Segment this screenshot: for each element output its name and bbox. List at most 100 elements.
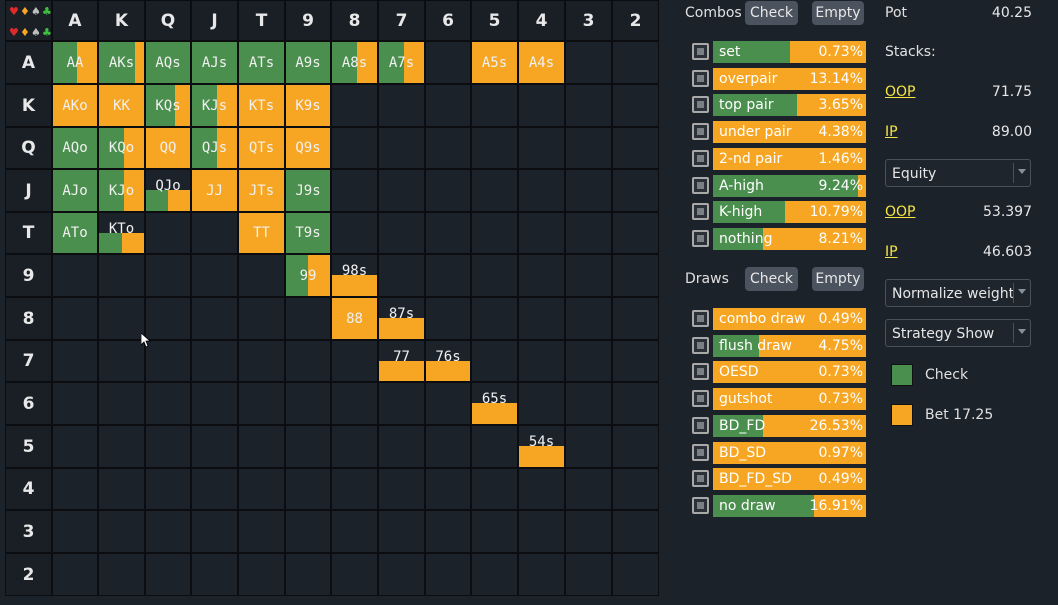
hand-cell[interactable] xyxy=(145,340,191,382)
hand-cell[interactable] xyxy=(565,41,612,84)
hand-cell[interactable]: 65s xyxy=(471,382,518,425)
hand-cell[interactable] xyxy=(518,382,565,425)
hand-cell[interactable] xyxy=(52,468,98,510)
hand-cell[interactable] xyxy=(378,553,425,596)
hand-cell[interactable] xyxy=(331,553,378,596)
hand-cell[interactable] xyxy=(145,254,191,297)
draws-row[interactable]: flush draw 4.75% xyxy=(692,334,867,357)
hand-cell[interactable] xyxy=(425,510,471,553)
hand-cell[interactable] xyxy=(518,254,565,297)
hand-cell[interactable]: A4s xyxy=(518,41,565,84)
draws-check-button[interactable]: Check xyxy=(745,267,798,291)
row-checkbox[interactable] xyxy=(692,310,709,327)
hand-cell[interactable]: T9s xyxy=(285,212,331,254)
hand-cell[interactable] xyxy=(518,127,565,169)
hand-cell[interactable] xyxy=(285,510,331,553)
hand-cell[interactable] xyxy=(145,382,191,425)
hand-cell[interactable]: 98s xyxy=(331,254,378,297)
hand-cell[interactable]: AQo xyxy=(52,127,98,169)
combos-row[interactable]: top pair 3.65% xyxy=(692,94,867,117)
hand-cell[interactable] xyxy=(471,553,518,596)
normalize-select[interactable]: Normalize weight xyxy=(885,279,1031,307)
row-checkbox[interactable] xyxy=(692,69,709,87)
hand-cell[interactable] xyxy=(518,212,565,254)
hand-cell[interactable] xyxy=(378,425,425,468)
hand-cell[interactable] xyxy=(191,510,238,553)
hand-cell[interactable] xyxy=(378,84,425,127)
hand-cell[interactable] xyxy=(98,340,145,382)
hand-cell[interactable] xyxy=(612,212,659,254)
hand-cell[interactable] xyxy=(378,510,425,553)
hand-cell[interactable]: JJ xyxy=(191,169,238,212)
hand-cell[interactable] xyxy=(565,468,612,510)
hand-cell[interactable]: KK xyxy=(98,84,145,127)
row-checkbox[interactable] xyxy=(692,470,709,488)
hand-cell[interactable] xyxy=(145,553,191,596)
hand-cell[interactable] xyxy=(518,84,565,127)
hand-cell[interactable] xyxy=(612,340,659,382)
hand-cell[interactable] xyxy=(285,340,331,382)
hand-cell[interactable] xyxy=(98,297,145,340)
hand-cell[interactable]: K9s xyxy=(285,84,331,127)
hand-cell[interactable] xyxy=(565,169,612,212)
hand-cell[interactable] xyxy=(145,212,191,254)
hand-cell[interactable] xyxy=(425,169,471,212)
hand-cell[interactable]: A5s xyxy=(471,41,518,84)
hand-cell[interactable] xyxy=(471,297,518,340)
hand-cell[interactable] xyxy=(98,382,145,425)
hand-cell[interactable]: AJo xyxy=(52,169,98,212)
row-checkbox[interactable] xyxy=(692,203,709,221)
hand-cell[interactable] xyxy=(98,254,145,297)
combos-check-button[interactable]: Check xyxy=(745,1,798,25)
hand-cell[interactable] xyxy=(285,553,331,596)
hand-cell[interactable] xyxy=(238,297,285,340)
hand-cell[interactable]: QQ xyxy=(145,127,191,169)
hand-cell[interactable] xyxy=(191,468,238,510)
hand-cell[interactable]: 99 xyxy=(285,254,331,297)
draws-row[interactable]: combo draw 0.49% xyxy=(692,308,867,330)
hand-cell[interactable] xyxy=(518,468,565,510)
hand-cell[interactable] xyxy=(98,468,145,510)
hand-cell[interactable] xyxy=(612,169,659,212)
hand-cell[interactable] xyxy=(238,553,285,596)
hand-cell[interactable] xyxy=(285,468,331,510)
hand-cell[interactable]: AKs xyxy=(98,41,145,84)
hand-cell[interactable] xyxy=(52,382,98,425)
row-checkbox[interactable] xyxy=(692,123,709,141)
hand-cell[interactable] xyxy=(612,510,659,553)
row-checkbox[interactable] xyxy=(692,96,709,114)
hand-cell[interactable] xyxy=(52,340,98,382)
hand-cell[interactable]: 88 xyxy=(331,297,378,340)
hand-cell[interactable] xyxy=(565,297,612,340)
hand-cell[interactable] xyxy=(425,553,471,596)
hand-cell[interactable]: Q9s xyxy=(285,127,331,169)
hand-cell[interactable]: ATo xyxy=(52,212,98,254)
combos-row[interactable]: overpair 13.14% xyxy=(692,67,867,90)
hand-cell[interactable] xyxy=(52,553,98,596)
draws-row[interactable]: gutshot 0.73% xyxy=(692,388,867,411)
hand-cell[interactable]: ATs xyxy=(238,41,285,84)
hand-cell[interactable] xyxy=(145,425,191,468)
ip-stack-link[interactable]: IP xyxy=(885,124,898,140)
hand-cell[interactable] xyxy=(378,127,425,169)
hand-cell[interactable] xyxy=(425,127,471,169)
hand-cell[interactable] xyxy=(331,84,378,127)
row-checkbox[interactable] xyxy=(692,229,709,247)
hand-cell[interactable] xyxy=(425,297,471,340)
hand-cell[interactable]: KQo xyxy=(98,127,145,169)
hand-cell[interactable] xyxy=(331,169,378,212)
hand-cell[interactable]: QJo xyxy=(145,169,191,212)
hand-cell[interactable] xyxy=(331,425,378,468)
hand-cell[interactable] xyxy=(471,425,518,468)
hand-cell[interactable]: A9s xyxy=(285,41,331,84)
hand-cell[interactable] xyxy=(331,127,378,169)
hand-cell[interactable] xyxy=(331,382,378,425)
row-checkbox[interactable] xyxy=(692,496,709,514)
hand-cell[interactable]: KTo xyxy=(98,212,145,254)
hand-cell[interactable] xyxy=(191,425,238,468)
oop-equity-link[interactable]: OOP xyxy=(885,204,915,220)
hand-cell[interactable] xyxy=(471,169,518,212)
hand-cell[interactable] xyxy=(612,41,659,84)
hand-cell[interactable] xyxy=(518,297,565,340)
hand-cell[interactable]: QJs xyxy=(191,127,238,169)
